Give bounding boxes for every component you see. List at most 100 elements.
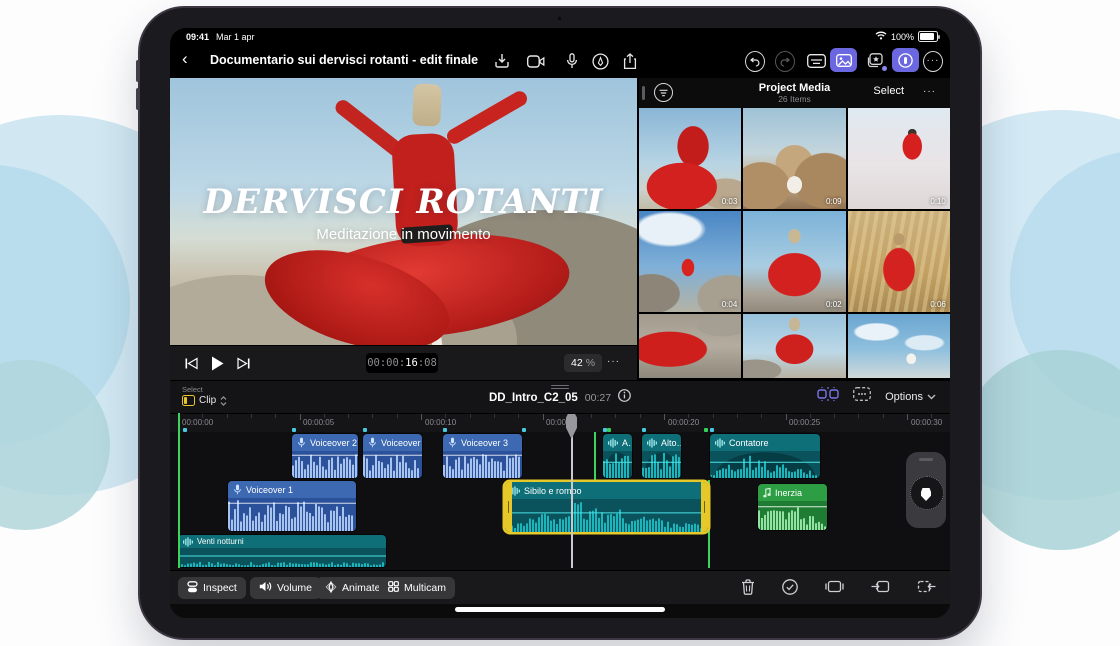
skip-back-icon[interactable] <box>182 354 200 372</box>
delete-icon[interactable] <box>741 579 755 600</box>
media-thumbnail-7[interactable] <box>639 314 741 378</box>
append-clip-icon[interactable] <box>917 579 936 600</box>
video-viewer[interactable]: DERVISCI ROTANTI Meditazione in moviment… <box>170 78 637 345</box>
media-thumbnail-3[interactable]: 0:10 <box>848 108 950 209</box>
play-button[interactable] <box>208 354 226 372</box>
page: { "status_bar": { "time": "09:41", "date… <box>0 0 1120 646</box>
timeline-clip-sibilo-e-rombo[interactable]: Sibilo e rombo <box>505 482 708 532</box>
jog-wheel[interactable] <box>906 452 946 528</box>
clip-duration-badge: 0:02 <box>826 300 842 309</box>
timeline-overview-button[interactable] <box>853 387 871 406</box>
ruler-label: 00:00:30 <box>911 418 942 427</box>
share-icon[interactable] <box>620 51 640 71</box>
timeline-clip-voiceover-2[interactable]: Voiceover 2 <box>292 434 358 478</box>
panel-more-button[interactable]: ··· <box>923 87 936 97</box>
mic-icon <box>297 437 306 448</box>
media-browser-button[interactable] <box>830 48 857 72</box>
trim-handle-left[interactable] <box>505 482 512 532</box>
timeline-clip-alto-[interactable]: Alto… <box>642 434 681 478</box>
undo-icon[interactable] <box>745 51 765 71</box>
viewer-more-button[interactable]: ··· <box>607 357 620 367</box>
timeline-clip-venti-notturni[interactable]: Venti notturni <box>178 535 386 567</box>
ruler-tick <box>275 414 276 418</box>
clip-name-label: Voiceover 3 <box>461 438 508 448</box>
more-button[interactable]: ··· <box>923 51 943 71</box>
animate-icon <box>325 581 337 596</box>
ruler-label: 00:00:00 <box>182 418 213 427</box>
viewer-options-button[interactable] <box>892 48 919 72</box>
overwrite-icon[interactable] <box>825 579 844 600</box>
clip-name-label: Alto… <box>661 438 681 448</box>
volume-down-button <box>136 88 140 110</box>
ruler-label: 00:00:20 <box>668 418 699 427</box>
microphone-icon[interactable] <box>562 51 582 71</box>
clip-info-bar: Select Clip DD_Intro_C2_05 00:27 Options <box>170 380 950 414</box>
annotate-icon[interactable] <box>590 51 610 71</box>
back-button[interactable]: ‹ <box>182 48 188 70</box>
clip-info-button[interactable] <box>618 389 631 407</box>
timeline-clip-voiceover-2[interactable]: Voiceover 2 <box>363 434 422 478</box>
mic-icon <box>448 437 457 448</box>
note-icon <box>763 488 771 498</box>
clock: 09:41 <box>186 32 209 42</box>
timeline-clip-voiceover-1[interactable]: Voiceover 1 <box>228 481 356 531</box>
button-label: Multicam <box>404 582 446 594</box>
timeline-tracks[interactable]: Voiceover 2Voiceover 2 Voiceover 3 A… Alto…… <box>170 432 950 570</box>
options-button[interactable]: Options <box>885 391 936 403</box>
media-thumbnail-8[interactable] <box>743 314 845 378</box>
ruler-tick <box>713 414 714 418</box>
camera-icon[interactable] <box>526 51 546 71</box>
approve-check-icon[interactable] <box>782 579 798 600</box>
clip-duration-badge: 0:06 <box>930 300 946 309</box>
volume-button[interactable]: Volume <box>250 577 321 599</box>
multicam-icon <box>388 581 399 595</box>
timeline-clip-contatore[interactable]: Contatore <box>710 434 820 478</box>
ruler-tick <box>300 414 301 420</box>
media-thumbnail-6[interactable]: 0:06 <box>848 211 950 312</box>
status-bar: 09:41 Mar 1 apr 100% <box>170 28 950 44</box>
ruler-label: 00:00:10 <box>425 418 456 427</box>
inspect-button[interactable]: Inspect <box>178 577 246 599</box>
wave-icon <box>647 438 657 448</box>
home-indicator[interactable] <box>455 607 665 612</box>
titles-icon[interactable] <box>806 51 826 71</box>
redo-icon[interactable] <box>775 51 795 71</box>
media-thumbnail-1[interactable]: 0:03 <box>639 108 741 209</box>
zoom-level-control[interactable]: 42 % <box>564 354 602 372</box>
timeline-ruler[interactable]: 00:00:0000:00:0500:00:1000:00:1500:00:20… <box>170 413 950 433</box>
ruler-tick <box>907 414 908 420</box>
zoom-unit: % <box>586 357 595 369</box>
jog-handle[interactable] <box>919 458 933 461</box>
ruler-tick <box>834 414 835 418</box>
timeline-clip-a-[interactable]: A… <box>603 434 632 478</box>
clip-duration-badge: 0:04 <box>722 300 738 309</box>
date: Mar 1 apr <box>216 32 255 42</box>
timeline-clip-inerzia[interactable]: Inerzia <box>758 484 827 530</box>
clip-name-label: Venti notturni <box>197 537 244 546</box>
clip-name-label: Voiceover 1 <box>246 485 293 495</box>
clip-name-label: Sibilo e rombo <box>524 486 582 496</box>
skip-forward-icon[interactable] <box>234 354 252 372</box>
select-button[interactable]: Select <box>873 85 904 97</box>
trim-handle-right[interactable] <box>701 482 708 532</box>
import-media-button[interactable] <box>492 51 512 71</box>
ruler-label: 00:00:05 <box>303 418 334 427</box>
clip-duration-badge: 0:03 <box>722 197 738 206</box>
effects-button[interactable] <box>861 48 888 72</box>
clip-connections-button[interactable] <box>817 386 839 407</box>
subtitle-overlay: Meditazione in movimento <box>170 226 637 243</box>
media-thumbnail-5[interactable]: 0:02 <box>743 211 845 312</box>
mic-icon <box>368 437 377 448</box>
timeline-clip-voiceover-3[interactable]: Voiceover 3 <box>443 434 522 478</box>
clip-mode-selector[interactable]: Clip <box>182 395 227 406</box>
timecode-display[interactable]: 00:00:16:08 <box>366 353 438 373</box>
insert-clip-icon[interactable] <box>871 579 890 600</box>
timecode-prefix: 00:00: <box>367 357 405 369</box>
multicam-button[interactable]: Multicam <box>379 577 455 599</box>
media-thumbnail-4[interactable]: 0:04 <box>639 211 741 312</box>
main-toolbar: ‹ Documentario sui dervisci rotanti - ed… <box>170 44 950 78</box>
battery-icon <box>918 31 938 42</box>
button-label: Inspect <box>203 582 237 594</box>
media-thumbnail-2[interactable]: 0:09 <box>743 108 845 209</box>
media-thumbnail-9[interactable] <box>848 314 950 378</box>
